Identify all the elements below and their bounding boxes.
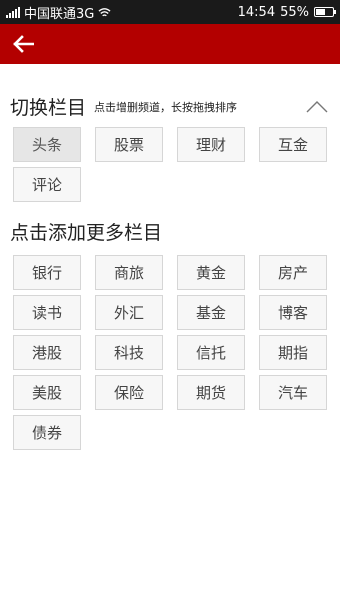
my-channel-tile[interactable]: 评论 — [13, 167, 81, 202]
more-channel-tile[interactable]: 银行 — [13, 255, 81, 290]
my-channel-tile[interactable]: 理财 — [177, 127, 245, 162]
my-channel-tile[interactable]: 互金 — [259, 127, 327, 162]
more-channels-header: 点击添加更多栏目 — [10, 218, 330, 245]
more-channel-tile[interactable]: 信托 — [177, 335, 245, 370]
more-channel-tile[interactable]: 港股 — [13, 335, 81, 370]
collapse-button[interactable] — [304, 97, 330, 117]
more-channel-tile[interactable]: 商旅 — [95, 255, 163, 290]
my-channel-tile[interactable]: 头条 — [13, 127, 81, 162]
signal-icon — [6, 6, 20, 18]
more-channel-tile[interactable]: 汽车 — [259, 375, 327, 410]
battery-icon — [314, 7, 336, 17]
chevron-up-icon — [306, 100, 328, 112]
app-header — [0, 24, 340, 64]
my-channels-hint: 点击增删频道，长按拖拽排序 — [94, 100, 238, 114]
battery-percent: 55% — [280, 4, 309, 20]
carrier-label: 中国联通3G — [24, 6, 95, 22]
more-channel-tile[interactable]: 外汇 — [95, 295, 163, 330]
more-channel-tile[interactable]: 黄金 — [177, 255, 245, 290]
my-channels-title: 切换栏目 — [10, 97, 87, 119]
more-channel-tile[interactable]: 期货 — [177, 375, 245, 410]
more-channel-tile[interactable]: 保险 — [95, 375, 163, 410]
my-channel-tile[interactable]: 股票 — [95, 127, 163, 162]
more-channel-tile[interactable]: 基金 — [177, 295, 245, 330]
wifi-icon — [98, 7, 111, 16]
status-bar: 中国联通3G 14:54 55% — [0, 0, 340, 24]
more-channel-tile[interactable]: 博客 — [259, 295, 327, 330]
more-channel-tile[interactable]: 科技 — [95, 335, 163, 370]
my-channels-header: 切换栏目 点击增删频道，长按拖拽排序 — [10, 93, 330, 120]
more-channel-tile[interactable]: 美股 — [13, 375, 81, 410]
more-channel-tile[interactable]: 期指 — [259, 335, 327, 370]
clock: 14:54 — [237, 4, 276, 20]
arrow-left-icon — [13, 35, 34, 53]
more-channels-title: 点击添加更多栏目 — [10, 222, 163, 244]
more-channel-tile[interactable]: 读书 — [13, 295, 81, 330]
back-button[interactable] — [8, 30, 38, 58]
more-channel-tile[interactable]: 债券 — [13, 415, 81, 450]
more-channel-tile[interactable]: 房产 — [259, 255, 327, 290]
